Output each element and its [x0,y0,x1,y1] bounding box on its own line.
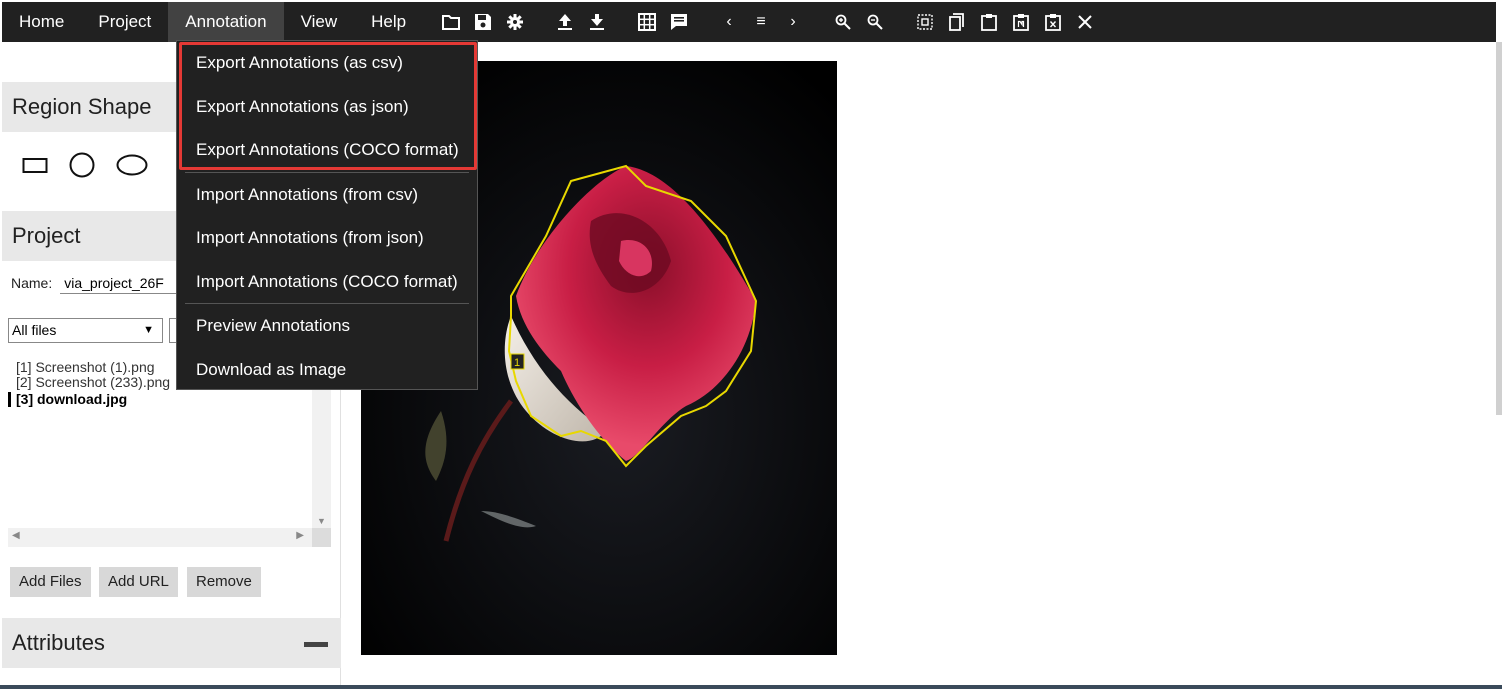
paste-n-icon[interactable] [1010,11,1032,33]
paste-icon[interactable] [978,11,1000,33]
comment-icon[interactable] [668,11,690,33]
circle-icon[interactable] [69,152,95,183]
upload-icon[interactable] [554,11,576,33]
region-label[interactable]: 1 [514,357,520,369]
copy-icon[interactable] [946,11,968,33]
export-csv-menu-item[interactable]: Export Annotations (as csv) [177,41,477,85]
delete-x-icon[interactable] [1042,11,1064,33]
attributes-title: Attributes [12,630,105,655]
zoom-in-icon[interactable] [832,11,854,33]
download-icon[interactable] [586,11,608,33]
annotation-dropdown-menu: Export Annotations (as csv) Export Annot… [176,40,478,390]
page-bottom-edge [0,685,1502,689]
ellipse-icon[interactable] [116,154,148,181]
menu-help[interactable]: Help [354,2,423,42]
save-icon[interactable] [472,11,494,33]
list-icon[interactable]: ≡ [750,11,772,33]
attributes-header[interactable]: Attributes [2,618,341,668]
add-url-button[interactable]: Add URL [99,567,178,597]
grid-icon[interactable] [636,11,658,33]
export-coco-menu-item[interactable]: Export Annotations (COCO format) [177,128,477,172]
project-name-label: Name: [11,275,53,291]
preview-annotations-menu-item[interactable]: Preview Annotations [177,304,477,348]
add-files-button[interactable]: Add Files [10,567,91,597]
project-name-row: Name: [11,272,181,294]
select-all-icon[interactable] [914,11,936,33]
scroll-down-icon[interactable]: ▼ [317,516,326,526]
settings-icon[interactable] [504,11,526,33]
file-filter-select[interactable]: All files ▼ [8,318,163,343]
scrollbar-corner [312,528,331,547]
folder-icon[interactable] [440,11,462,33]
chevron-right-icon[interactable]: › [782,11,804,33]
import-json-menu-item[interactable]: Import Annotations (from json) [177,216,477,260]
scroll-left-icon[interactable]: ◀ [12,530,20,541]
collapse-icon[interactable] [304,642,328,647]
dropdown-arrow-icon: ▼ [143,324,154,336]
rectangle-icon[interactable] [22,156,48,179]
shape-selector [22,152,169,183]
menu-project[interactable]: Project [81,2,168,42]
file-filter-value: All files [12,322,57,338]
page-vertical-scrollbar[interactable] [1496,42,1502,415]
export-json-menu-item[interactable]: Export Annotations (as json) [177,85,477,129]
file-list-item-current[interactable]: [3] download.jpg [8,392,312,407]
import-csv-menu-item[interactable]: Import Annotations (from csv) [177,173,477,217]
chevron-left-icon[interactable]: ‹ [718,11,740,33]
menu-home[interactable]: Home [2,2,81,42]
file-list-horizontal-scrollbar[interactable]: ◀ ▶ [8,528,312,547]
menu-view[interactable]: View [284,2,355,42]
zoom-out-icon[interactable] [864,11,886,33]
scroll-right-icon[interactable]: ▶ [296,530,304,541]
menu-annotation[interactable]: Annotation [168,2,284,42]
top-menu-bar: Home Project Annotation View Help ‹ ≡ › [2,2,1496,42]
close-icon[interactable] [1074,11,1096,33]
remove-button[interactable]: Remove [187,567,261,597]
import-coco-menu-item[interactable]: Import Annotations (COCO format) [177,260,477,304]
toolbar: ‹ ≡ › [435,11,1101,33]
download-image-menu-item[interactable]: Download as Image [177,348,477,392]
project-name-input[interactable] [60,272,181,294]
